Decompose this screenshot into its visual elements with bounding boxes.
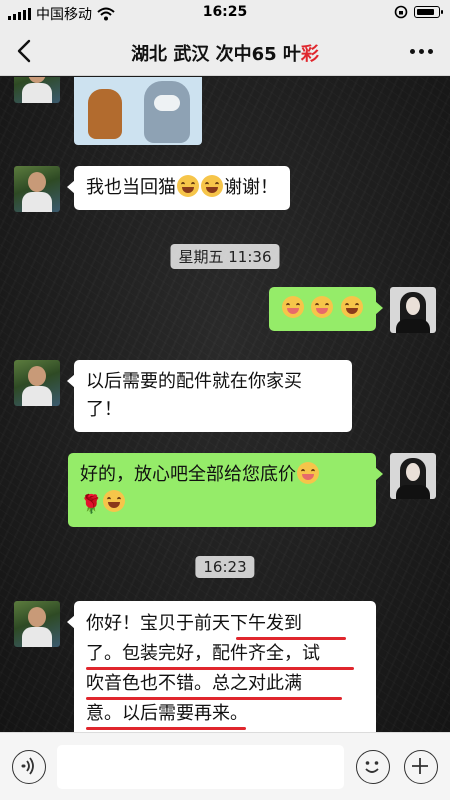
tongue-emoji-icon (297, 462, 319, 484)
input-toolbar (0, 732, 450, 800)
self-avatar[interactable] (390, 287, 436, 333)
self-avatar[interactable] (390, 453, 436, 499)
clock: 16:25 (202, 4, 248, 20)
timestamp: 星期五 11:36 (170, 244, 280, 269)
timestamp: 16:23 (195, 556, 255, 578)
cartoon-mouse-image (88, 89, 122, 139)
redacted-mark: 彩 (300, 44, 319, 65)
contact-avatar[interactable] (14, 166, 60, 212)
message-bubble[interactable]: 我也当回猫 谢谢！ (67, 166, 290, 210)
grin-emoji-icon (201, 175, 223, 197)
smile-emoji-icon (103, 490, 126, 512)
contact-avatar[interactable] (14, 360, 60, 406)
plus-icon[interactable] (404, 750, 438, 784)
chat-header: 湖北 武汉 次中65 叶彩 (0, 26, 450, 76)
red-underline (86, 667, 354, 670)
red-underline (86, 727, 246, 730)
message-bubble[interactable]: 以后需要的配件就在你家买 了！ (67, 360, 352, 432)
red-underline (86, 697, 342, 700)
status-bar: 中国移动 16:25 (0, 0, 450, 26)
rotation-lock-icon (394, 5, 408, 19)
grin-emoji-icon (177, 175, 199, 197)
image-message[interactable] (74, 77, 202, 145)
laugh-cry-emoji-icon (341, 296, 363, 318)
contact-avatar[interactable] (14, 601, 60, 647)
message-bubble[interactable] (268, 287, 384, 331)
message-input[interactable] (57, 745, 344, 789)
back-icon[interactable] (12, 38, 38, 64)
rose-icon: 🌹 (80, 494, 103, 515)
tongue-emoji-icon (311, 296, 334, 318)
tongue-emoji-icon (281, 296, 304, 318)
contact-avatar[interactable] (14, 77, 60, 103)
chat-title: 湖北 武汉 次中65 叶彩 (131, 44, 319, 65)
battery-icon (414, 6, 443, 18)
emoji-icon[interactable] (356, 750, 390, 784)
voice-icon[interactable] (12, 750, 46, 784)
cartoon-cat-image (144, 81, 190, 143)
red-underline (236, 637, 346, 640)
chat-area[interactable]: 我也当回猫 谢谢！ 星期五 11:36 以后需要的配件就在你家买 了！ 好的，放心… (0, 77, 450, 732)
more-options-icon[interactable] (410, 40, 436, 62)
message-bubble[interactable]: 好的，放心吧全部给您底价 🌹 (68, 453, 383, 527)
